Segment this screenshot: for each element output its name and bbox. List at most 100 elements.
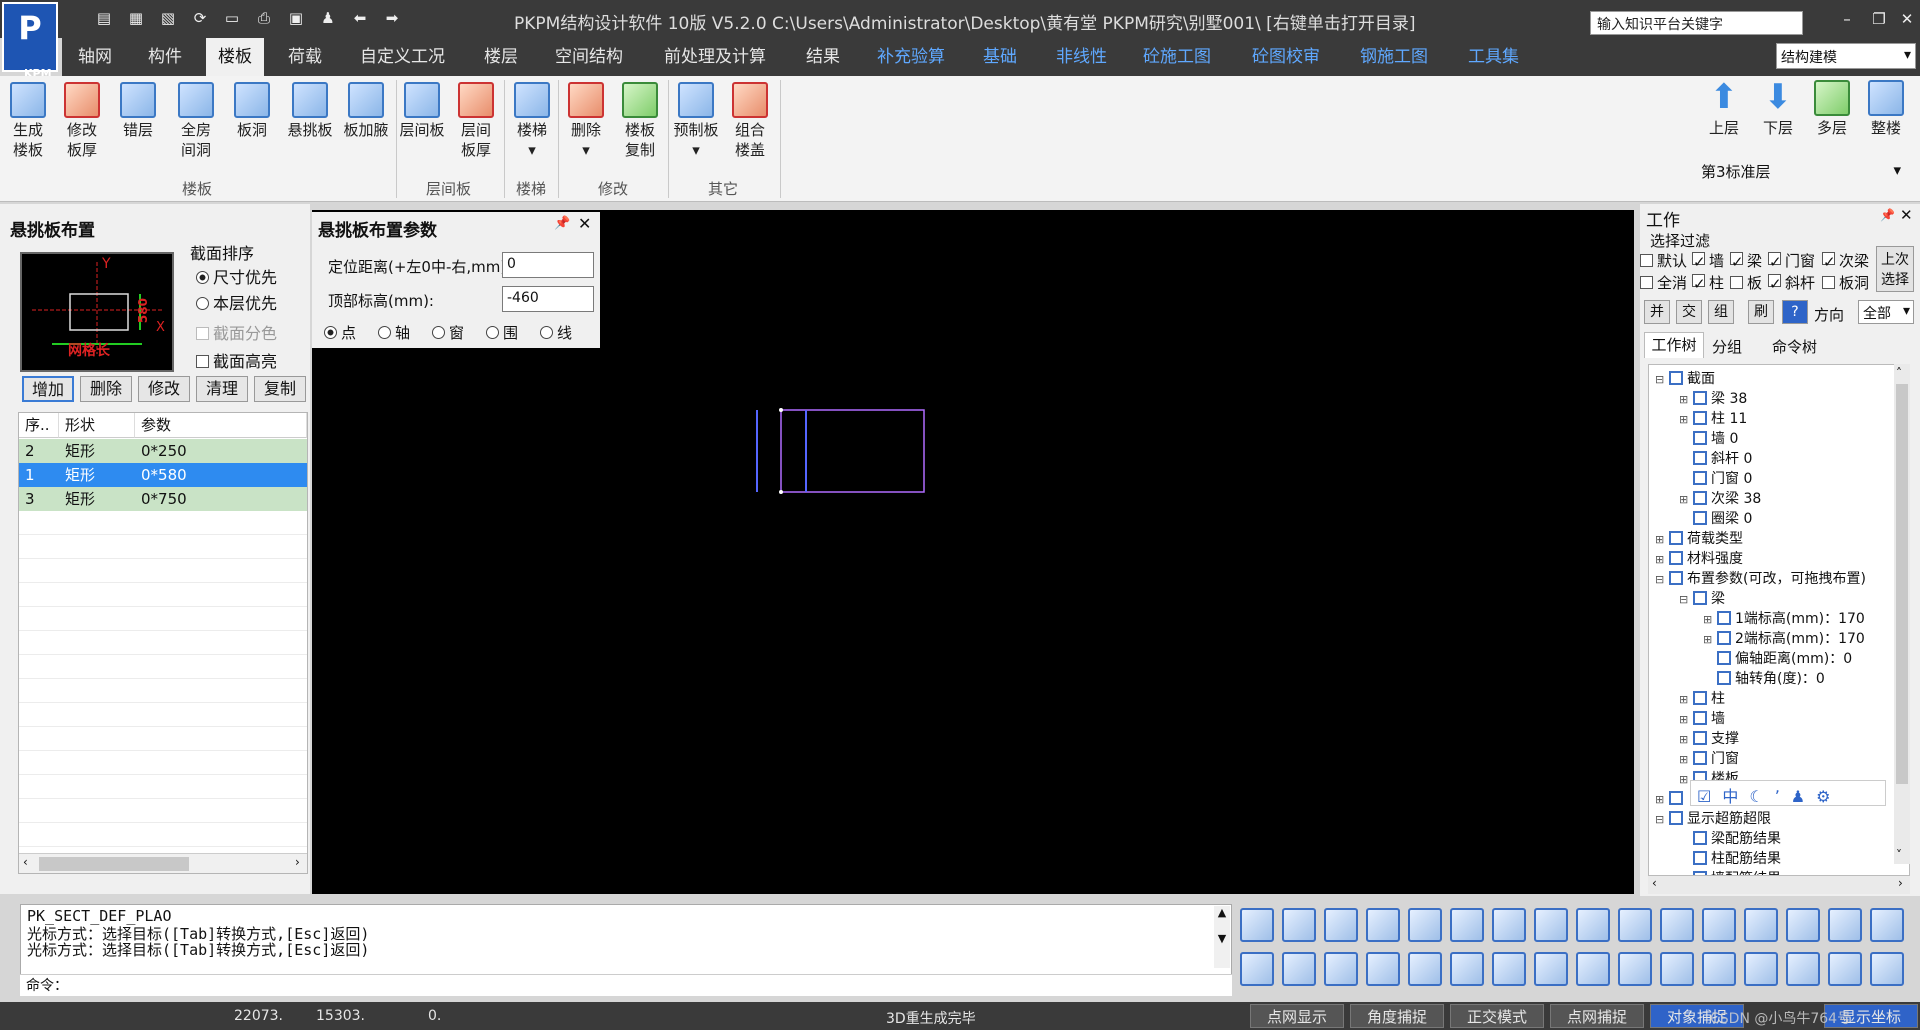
sort-size-first-radio[interactable]: 尺寸优先 [196, 264, 277, 288]
last-select-button[interactable]: 上次选择 [1876, 246, 1914, 292]
clipboard-icon[interactable]: ▣ [286, 8, 306, 28]
menu-load[interactable]: 荷载 [288, 38, 322, 76]
scroll-right-icon[interactable]: › [1898, 876, 1903, 890]
mode-window-radio[interactable]: 窗 [432, 322, 464, 343]
table-row[interactable]: 2 矩形 0*250 [19, 439, 307, 463]
pin-icon[interactable]: 📌 [554, 216, 570, 231]
delete-section-button[interactable]: 删除 [80, 376, 132, 402]
tree-node[interactable]: ⊞ 材料强度 [1655, 549, 1743, 569]
save-as-icon[interactable]: ▦ [126, 8, 146, 28]
grid-snap-toggle[interactable]: 点网捕捉 [1550, 1004, 1644, 1028]
expand-icon[interactable]: ⊞ [1679, 690, 1689, 710]
delete-mark-icon[interactable] [1702, 908, 1736, 942]
print-icon[interactable]: ⎙ [254, 8, 274, 28]
horizontal-scrollbar[interactable]: ‹ › [19, 853, 307, 873]
menu-axis[interactable]: 轴网 [78, 38, 112, 76]
expand-icon[interactable]: ⊞ [1679, 390, 1689, 410]
close-panel-icon[interactable]: ✕ [1900, 206, 1913, 224]
menu-tools[interactable]: 工具集 [1468, 38, 1519, 76]
restore-icon[interactable]: ❐ [1868, 10, 1890, 28]
tree-node[interactable]: ⊞ 2端标高(mm)：170 [1703, 629, 1865, 649]
copy-button[interactable]: 复制 [254, 376, 306, 402]
box-view-icon[interactable] [1240, 908, 1274, 942]
tree-node[interactable]: 轴转角(度)：0 [1703, 669, 1825, 689]
tree-node[interactable]: ⊞ 梁 38 [1679, 389, 1747, 409]
tree-node[interactable]: 柱配筋结果 [1679, 849, 1781, 869]
interlayer-slab-button[interactable]: 层间板 [398, 82, 446, 140]
stair-button[interactable]: 楼梯 ▾ [512, 82, 552, 160]
tree-node[interactable]: ⊞ 1端标高(mm)：170 [1703, 609, 1865, 629]
tree-node[interactable]: ⊞ 荷载类型 [1655, 529, 1743, 549]
mode-point-radio[interactable]: 点 [324, 322, 356, 343]
vertical-scrollbar[interactable]: ˄ ˅ [1894, 364, 1910, 864]
expand-icon[interactable]: ⊞ [1703, 630, 1713, 650]
upper-floor-button[interactable]: ⬆ 上层 [1704, 80, 1744, 138]
expand-icon[interactable]: ⊞ [1655, 530, 1665, 550]
tree-node[interactable]: 斜杆 0 [1679, 449, 1752, 469]
scroll-down-icon[interactable]: ▼ [1218, 932, 1226, 945]
tree-node[interactable]: ⊞ 门窗 [1679, 749, 1739, 769]
tree-node[interactable]: 偏轴距离(mm)：0 [1703, 649, 1852, 669]
floor-select[interactable]: 第3标准层 ▾ [1697, 158, 1907, 184]
tab-groups[interactable]: 分组 [1712, 336, 1742, 357]
scroll-left-icon[interactable]: ‹ [1652, 876, 1657, 890]
tree-node[interactable]: ⊞ 墙 [1679, 709, 1725, 729]
font-small-icon[interactable] [1786, 908, 1820, 942]
zoom-realtime-icon[interactable] [1408, 952, 1442, 986]
collapse-icon[interactable]: ⊟ [1655, 370, 1665, 390]
tree-node[interactable]: ⊟ 梁 [1679, 589, 1725, 609]
pin-icon[interactable]: 📌 [1880, 208, 1895, 222]
filter-default-checkbox[interactable]: 默认 [1640, 250, 1687, 271]
group-button[interactable]: 组 [1708, 300, 1734, 324]
modify-thickness-button[interactable]: 修改 板厚 [62, 82, 102, 160]
zoom-in-icon[interactable] [1450, 952, 1484, 986]
menu-steel-drawing[interactable]: 钢施工图 [1360, 38, 1428, 76]
expand-icon[interactable]: ⊞ [1679, 730, 1689, 750]
refresh-icon[interactable]: ⟳ [190, 8, 210, 28]
filter-clear-all-checkbox[interactable]: 全消 [1640, 272, 1687, 293]
scroll-thumb[interactable] [39, 857, 189, 871]
menu-concrete-review[interactable]: 砼图校审 [1252, 38, 1320, 76]
expand-icon[interactable]: ⊞ [1703, 610, 1713, 630]
filter-slab-hole-checkbox[interactable]: 板洞 [1822, 272, 1869, 293]
intersect-button[interactable]: 交 [1676, 300, 1702, 324]
light-icon[interactable] [1408, 908, 1442, 942]
expand-icon[interactable]: ⊞ [1679, 750, 1689, 770]
room-opening-button[interactable]: 全房 间洞 [176, 82, 216, 160]
collapse-icon[interactable]: ⊟ [1679, 590, 1689, 610]
filter-brace-checkbox[interactable]: ✓ 斜杆 [1768, 272, 1815, 293]
menu-results[interactable]: 结果 [806, 38, 840, 76]
collapse-icon[interactable]: ⊟ [1655, 810, 1665, 830]
tree-node[interactable]: 门窗 0 [1679, 469, 1752, 489]
tree-node[interactable]: 梁配筋结果 [1679, 829, 1781, 849]
menu-spatial[interactable]: 空间结构 [555, 38, 623, 76]
light-toggle-icon[interactable] [1576, 952, 1610, 986]
expand-icon[interactable]: ⊞ [1679, 490, 1689, 510]
composite-floor-button[interactable]: 组合 楼盖 [730, 82, 770, 160]
iso-view-icon[interactable] [1366, 908, 1400, 942]
scroll-right-icon[interactable]: › [295, 855, 300, 869]
table-icon[interactable] [1702, 952, 1736, 986]
slab-copy-button[interactable]: 楼板 复制 [620, 82, 660, 160]
ortho-mode-toggle[interactable]: 正交模式 [1450, 1004, 1544, 1028]
expand-icon[interactable]: ⊞ [1679, 770, 1689, 790]
offset-input[interactable]: 0 [502, 252, 594, 278]
delete-icon[interactable] [1324, 952, 1358, 986]
expand-icon[interactable]: ⊞ [1679, 710, 1689, 730]
fit-icon[interactable] [1618, 908, 1652, 942]
cantilever-slab-button[interactable]: 悬挑板 [286, 82, 334, 140]
font-large-icon[interactable] [1744, 908, 1778, 942]
user-icon[interactable]: ♟ [318, 8, 338, 28]
scroll-up-icon[interactable]: ˄ [1896, 366, 1902, 380]
tab-command-tree[interactable]: 命令树 [1772, 336, 1817, 357]
command-scrollbar[interactable]: ▲ ▼ [1214, 906, 1230, 968]
multi-floor-button[interactable]: 多层 [1812, 80, 1852, 138]
window-icon[interactable] [1828, 952, 1862, 986]
collapse-icon[interactable]: ⊟ [1655, 570, 1665, 590]
filter-wall-checkbox[interactable]: ✓ 墙 [1692, 250, 1724, 271]
menu-concrete-drawing[interactable]: 砼施工图 [1143, 38, 1211, 76]
frame-icon[interactable] [1492, 908, 1526, 942]
tree-node[interactable]: ⊞ 支撑 [1679, 729, 1739, 749]
tree-node[interactable]: ⊞ 柱 11 [1679, 409, 1747, 429]
tree-node[interactable]: ⊟ 显示超筋超限 [1655, 809, 1771, 829]
